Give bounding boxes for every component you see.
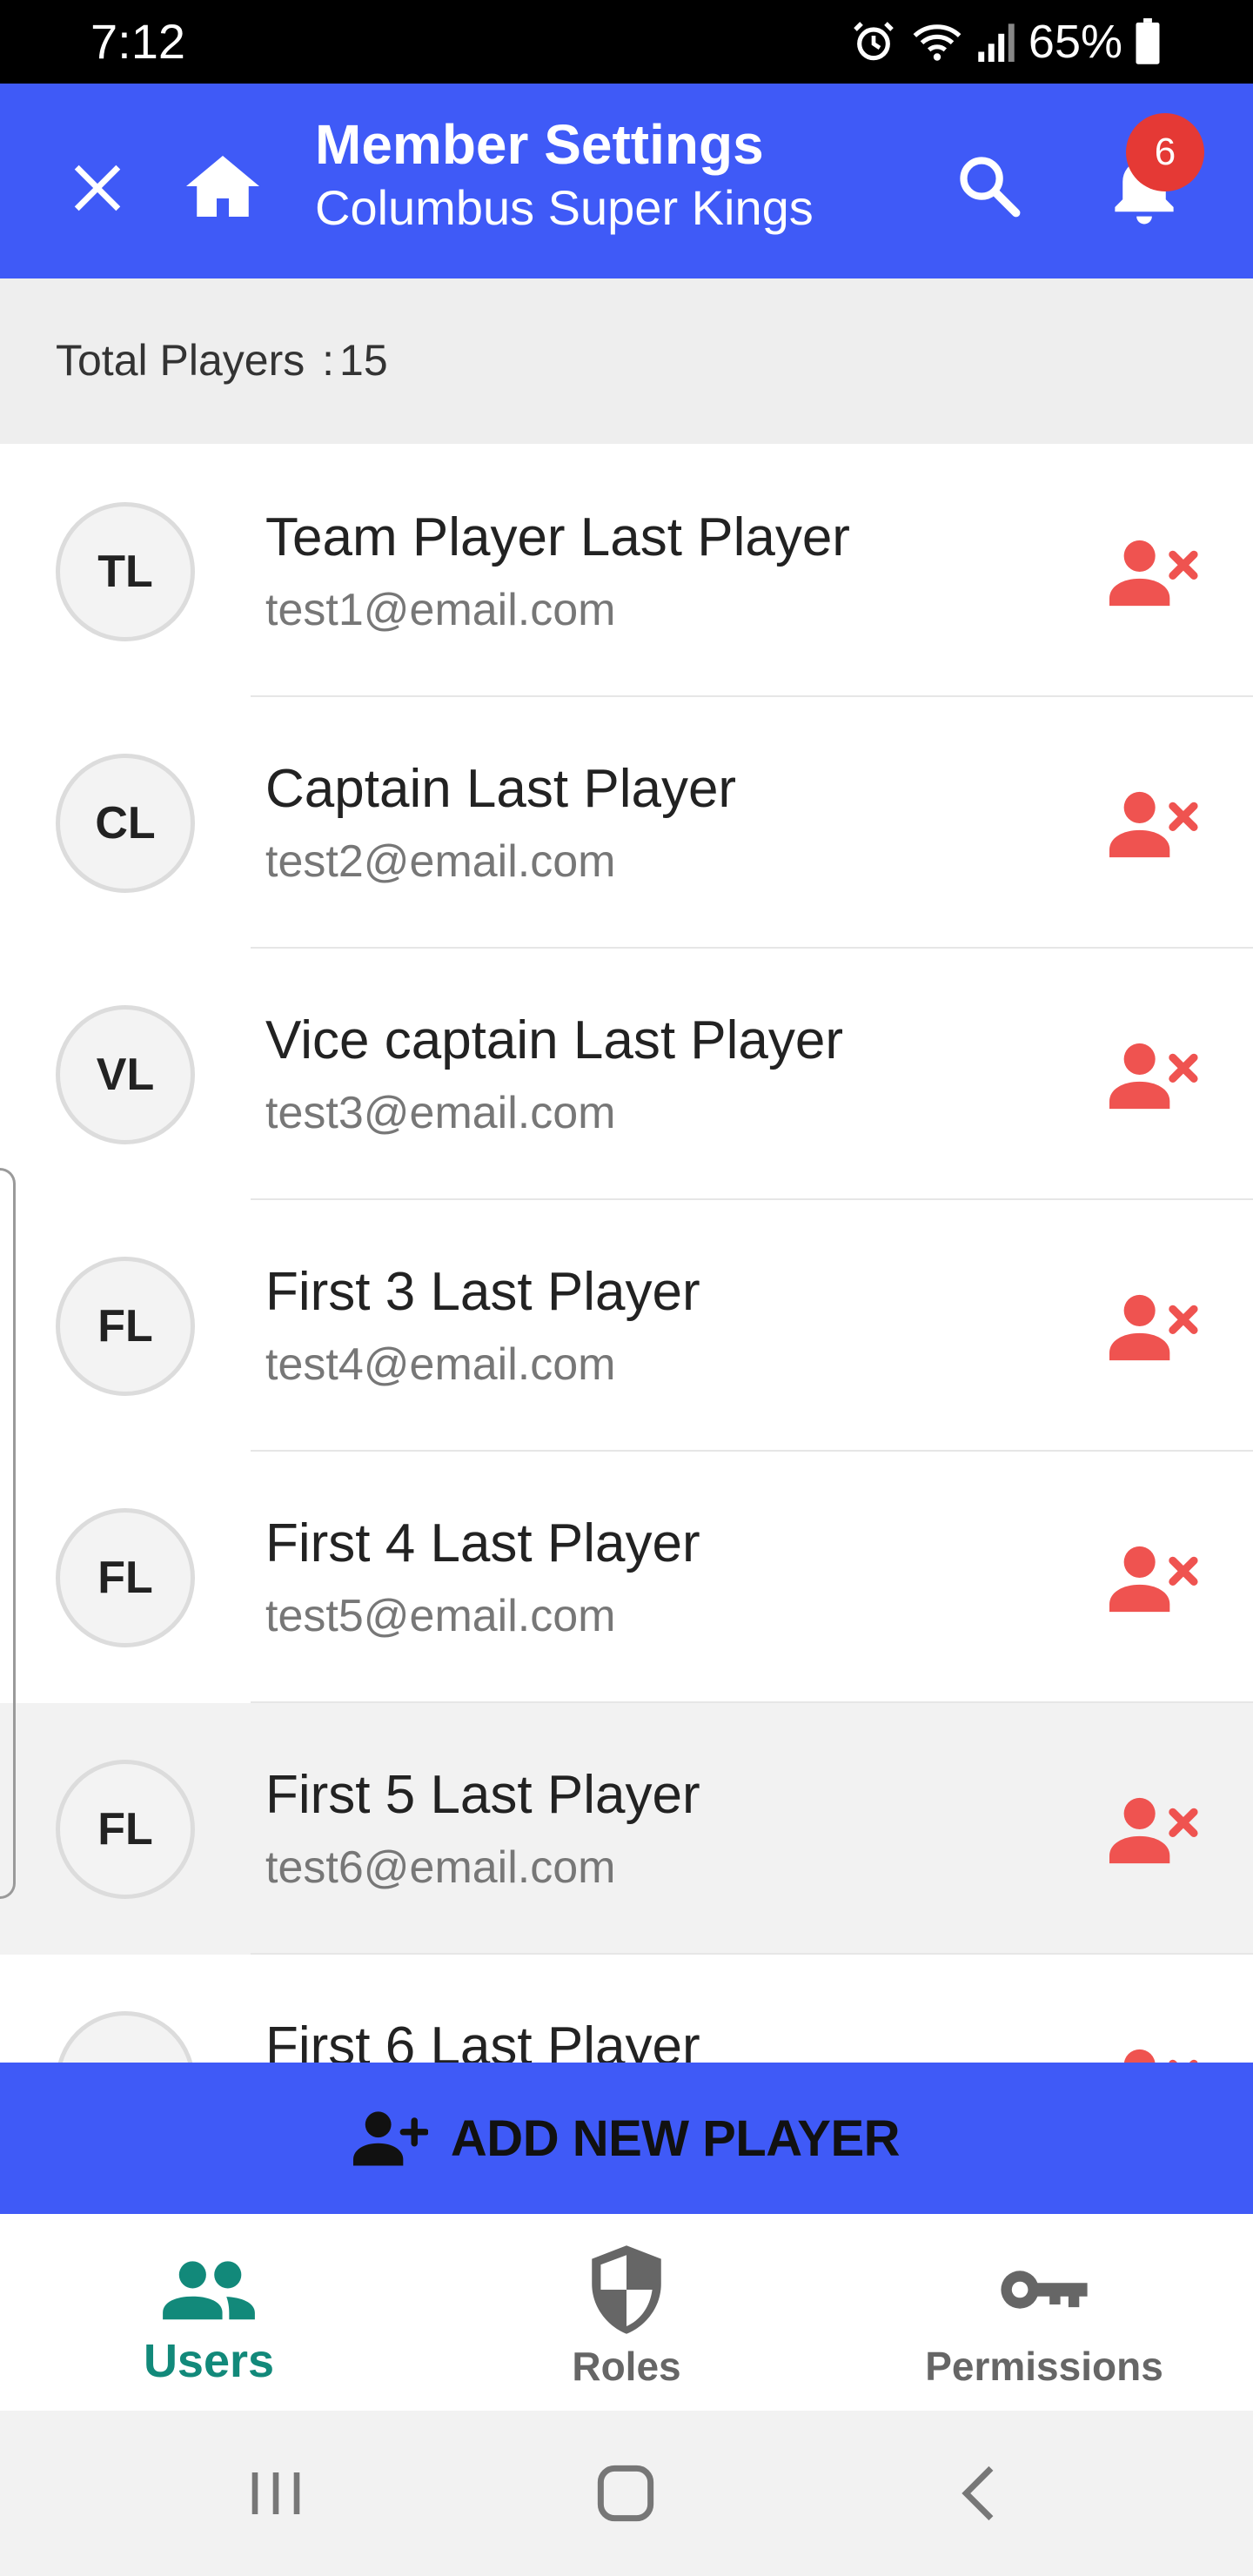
team-name: Columbus Super Kings [315,180,814,235]
player-name: Team Player Last Player [265,507,850,567]
close-button[interactable] [54,144,141,231]
tab-users-icon-wrap [0,2242,418,2338]
add-new-player-label: ADD NEW PLAYER [450,2110,901,2167]
list-item[interactable]: CL Captain Last Player test2@email.com [0,697,1253,949]
shield-icon [592,2245,661,2334]
list-item[interactable]: VL Vice captain Last Player test3@email.… [0,949,1253,1200]
status-time: 7:12 [90,14,185,69]
remove-user-icon [1123,2049,1198,2063]
player-email: test3@email.com [265,1088,616,1138]
back-icon [962,2465,994,2521]
page-title: Member Settings [315,113,764,176]
tab-permissions[interactable]: Permissions [835,2214,1253,2411]
tab-roles-icon-wrap [418,2242,835,2338]
remove-player-button[interactable] [1098,1032,1211,1119]
remove-user-icon [1109,1294,1198,1361]
battery-icon [1136,18,1160,64]
avatar: FL [56,2011,195,2063]
app-bar: Member Settings Columbus Super Kings 6 [0,84,1253,278]
remove-player-button[interactable] [1098,1787,1211,1874]
player-name: First 3 Last Player [265,1262,700,1322]
list-item[interactable]: FL First 4 Last Player test5@email.com [0,1452,1253,1703]
home-nav-button[interactable] [569,2445,682,2541]
bottom-tab-bar: Users Roles Permissions [0,2214,1253,2411]
close-icon [74,164,121,211]
remove-user-icon [1109,1546,1198,1613]
remove-player-button[interactable] [1098,2038,1211,2063]
remove-player-button[interactable] [1098,1535,1211,1622]
avatar: FL [56,1508,195,1647]
remove-user-icon [1109,1797,1198,1864]
player-name: First 5 Last Player [265,1765,700,1825]
home-icon [186,156,259,217]
list-item[interactable]: FL First 6 Last Player [0,1955,1253,2063]
player-email: test1@email.com [265,585,616,635]
avatar: TL [56,502,195,641]
tab-users-label: Users [143,2335,275,2387]
alarm-icon [854,22,894,61]
wifi-icon [913,24,962,61]
player-name: Vice captain Last Player [265,1010,844,1070]
remove-player-button[interactable] [1098,529,1211,616]
list-item[interactable]: FL First 5 Last Player test6@email.com [0,1703,1253,1955]
total-players: Total Players :15 [56,334,388,386]
avatar: VL [56,1005,195,1144]
users-icon [163,2261,255,2320]
remove-user-icon [1109,1043,1198,1110]
avatar: FL [56,1760,195,1899]
avatar: FL [56,1257,195,1396]
key-icon [1001,2271,1088,2309]
tab-permissions-icon-wrap [835,2242,1253,2338]
recents-icon [251,2472,300,2514]
remove-user-icon [1109,791,1198,858]
home-nav-icon [597,2465,654,2522]
player-name: First 4 Last Player [265,1513,700,1573]
total-players-separator: : [322,336,335,385]
tab-permissions-label: Permissions [925,2344,1163,2389]
total-players-count: 15 [339,336,388,385]
remove-user-icon [1109,540,1198,607]
add-user-icon [352,2111,428,2166]
notification-badge: 6 [1126,113,1204,191]
list-item[interactable]: TL Team Player Last Player test1@email.c… [0,446,1253,697]
battery-percent: 65% [1028,16,1122,68]
player-list[interactable]: TL Team Player Last Player test1@email.c… [0,446,1253,2063]
player-name: First 6 Last Player [265,2016,700,2063]
remove-player-button[interactable] [1098,781,1211,868]
player-email: test2@email.com [265,836,616,887]
status-icons: 65% [849,12,1161,71]
tab-roles[interactable]: Roles [418,2214,835,2411]
tab-roles-label: Roles [572,2344,681,2389]
back-button[interactable] [921,2445,1034,2541]
system-nav-bar [0,2411,1253,2576]
avatar: CL [56,754,195,893]
search-icon [960,157,1021,218]
recents-button[interactable] [219,2445,332,2541]
search-button[interactable] [945,138,1032,233]
player-name: Captain Last Player [265,759,737,819]
side-panel-handle[interactable] [0,1168,16,1899]
player-email: test4@email.com [265,1339,616,1390]
list-item[interactable]: FL First 3 Last Player test4@email.com [0,1200,1253,1452]
status-bar: 7:12 65% [0,0,1253,84]
player-email: test6@email.com [265,1842,616,1893]
signal-icon [978,23,1015,62]
home-button[interactable] [178,141,268,231]
total-players-label: Total Players [56,336,305,385]
remove-player-button[interactable] [1098,1284,1211,1371]
tab-users[interactable]: Users [0,2214,418,2411]
players-summary: Total Players :15 [0,278,1253,444]
player-email: test5@email.com [265,1591,616,1641]
add-new-player-button[interactable]: ADD NEW PLAYER [0,2063,1253,2214]
